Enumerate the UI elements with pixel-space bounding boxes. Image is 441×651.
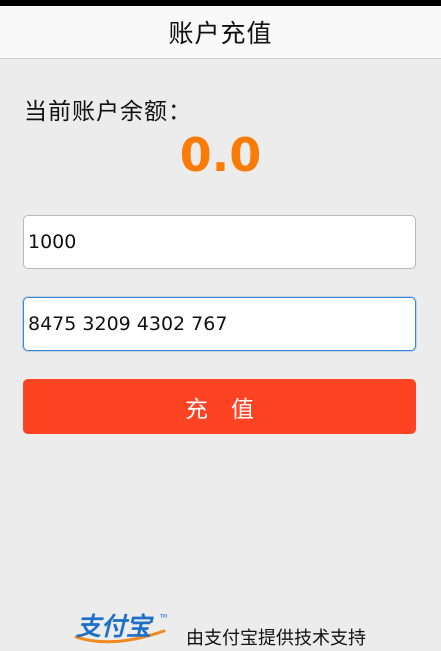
- page-title: 账户充值: [168, 19, 273, 48]
- powered-by-text: 由支付宝提供技术支持: [186, 628, 366, 649]
- recharge-button[interactable]: 充 值: [23, 379, 416, 434]
- svg-text:TM: TM: [159, 614, 167, 620]
- balance-label: 当前账户余额：: [24, 99, 192, 125]
- alipay-logo-wordmark: 支付宝: [76, 612, 154, 641]
- amount-input[interactable]: [23, 215, 416, 269]
- alipay-logo-icon: 支付宝 TM: [74, 612, 167, 644]
- card-number-input[interactable]: [23, 297, 416, 351]
- balance-value: 0.0: [179, 128, 262, 182]
- title-bar: 账户充值: [0, 6, 441, 59]
